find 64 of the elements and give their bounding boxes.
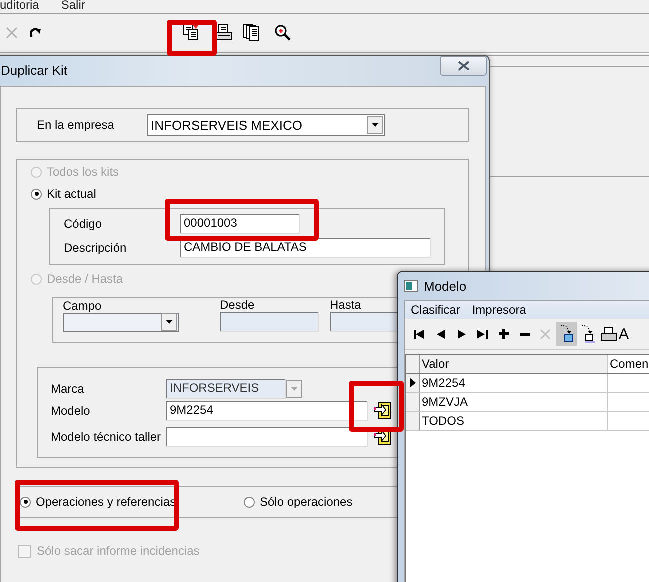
toolbar-button[interactable] bbox=[556, 322, 577, 346]
field-label: Marca bbox=[51, 382, 86, 396]
menu-item[interactable]: Clasificar bbox=[411, 303, 460, 317]
code-field[interactable]: 00001003 bbox=[180, 214, 300, 234]
menu-item[interactable]: Impresora bbox=[472, 303, 526, 317]
radio-label: Sólo operaciones bbox=[260, 495, 353, 509]
column-header[interactable]: Comen bbox=[608, 355, 649, 373]
table-cell: TODOS bbox=[420, 412, 608, 430]
table-cell: 9MZVJA bbox=[420, 393, 608, 411]
dropdown-button[interactable] bbox=[367, 116, 383, 134]
caret-icon bbox=[372, 123, 378, 127]
window-icon bbox=[404, 280, 418, 292]
copy-documents-icon[interactable] bbox=[183, 24, 201, 42]
printer-icon bbox=[600, 327, 616, 341]
column-header[interactable]: Valor bbox=[420, 355, 608, 373]
radio-label: Kit actual bbox=[47, 187, 96, 201]
field-dropdown[interactable] bbox=[63, 312, 179, 332]
next-record-icon bbox=[458, 330, 466, 338]
radio-label: Todos los kits bbox=[47, 165, 120, 179]
plus-icon bbox=[498, 329, 508, 339]
previous-record-icon bbox=[436, 330, 444, 338]
zoom-in-icon[interactable] bbox=[274, 24, 292, 42]
window-title: Duplicar Kit bbox=[1, 62, 68, 78]
table-cell: 9M2254 bbox=[420, 374, 608, 392]
description-field[interactable]: CAMBIO DE BALATAS bbox=[180, 238, 431, 258]
radio-label: Operaciones y referencias bbox=[36, 495, 176, 509]
radio-button[interactable] bbox=[31, 188, 42, 200]
caret-icon bbox=[290, 387, 298, 391]
font-button[interactable]: A bbox=[619, 322, 633, 346]
menu-item[interactable]: uditoria bbox=[0, 0, 40, 13]
field-label: Modelo técnico taller bbox=[51, 430, 162, 444]
model-field[interactable] bbox=[166, 427, 368, 447]
menu-item[interactable]: Salir bbox=[61, 0, 86, 13]
highlight-frame bbox=[167, 20, 217, 56]
redo-icon[interactable] bbox=[30, 27, 42, 39]
cancel-icon bbox=[540, 328, 551, 340]
field-label: Hasta bbox=[330, 298, 362, 312]
field-label: Descripción bbox=[64, 241, 128, 255]
highlight-frame bbox=[349, 381, 404, 432]
company-dropdown[interactable]: INFORSERVEIS MEXICO bbox=[147, 114, 385, 136]
radio-button[interactable] bbox=[244, 496, 255, 508]
to-field[interactable] bbox=[330, 312, 400, 332]
field-label: En la empresa bbox=[37, 118, 116, 132]
lookup-icon[interactable] bbox=[374, 402, 392, 420]
close-button[interactable] bbox=[440, 56, 487, 76]
last-record-icon bbox=[477, 330, 488, 338]
radio-label: Desde / Hasta bbox=[47, 272, 124, 286]
documents-icon[interactable] bbox=[243, 24, 261, 42]
printer-icon[interactable] bbox=[215, 24, 233, 42]
row-indicator[interactable] bbox=[406, 374, 420, 392]
field-label: Campo bbox=[63, 298, 103, 312]
dropdown-button[interactable] bbox=[161, 313, 177, 331]
window-title: Modelo bbox=[424, 278, 467, 294]
field-label: Desde bbox=[220, 298, 256, 312]
first-record-icon bbox=[414, 330, 425, 338]
checkbox-label: Sólo sacar informe incidencias bbox=[37, 544, 200, 558]
radio-button[interactable] bbox=[20, 496, 31, 508]
field-label: Código bbox=[64, 217, 104, 231]
close-icon bbox=[458, 61, 470, 71]
field-label: Modelo bbox=[51, 404, 92, 418]
minus-icon bbox=[520, 332, 530, 336]
from-field[interactable] bbox=[220, 312, 319, 332]
model-field[interactable]: 9M2254 bbox=[166, 401, 368, 421]
caret-icon bbox=[166, 320, 172, 324]
